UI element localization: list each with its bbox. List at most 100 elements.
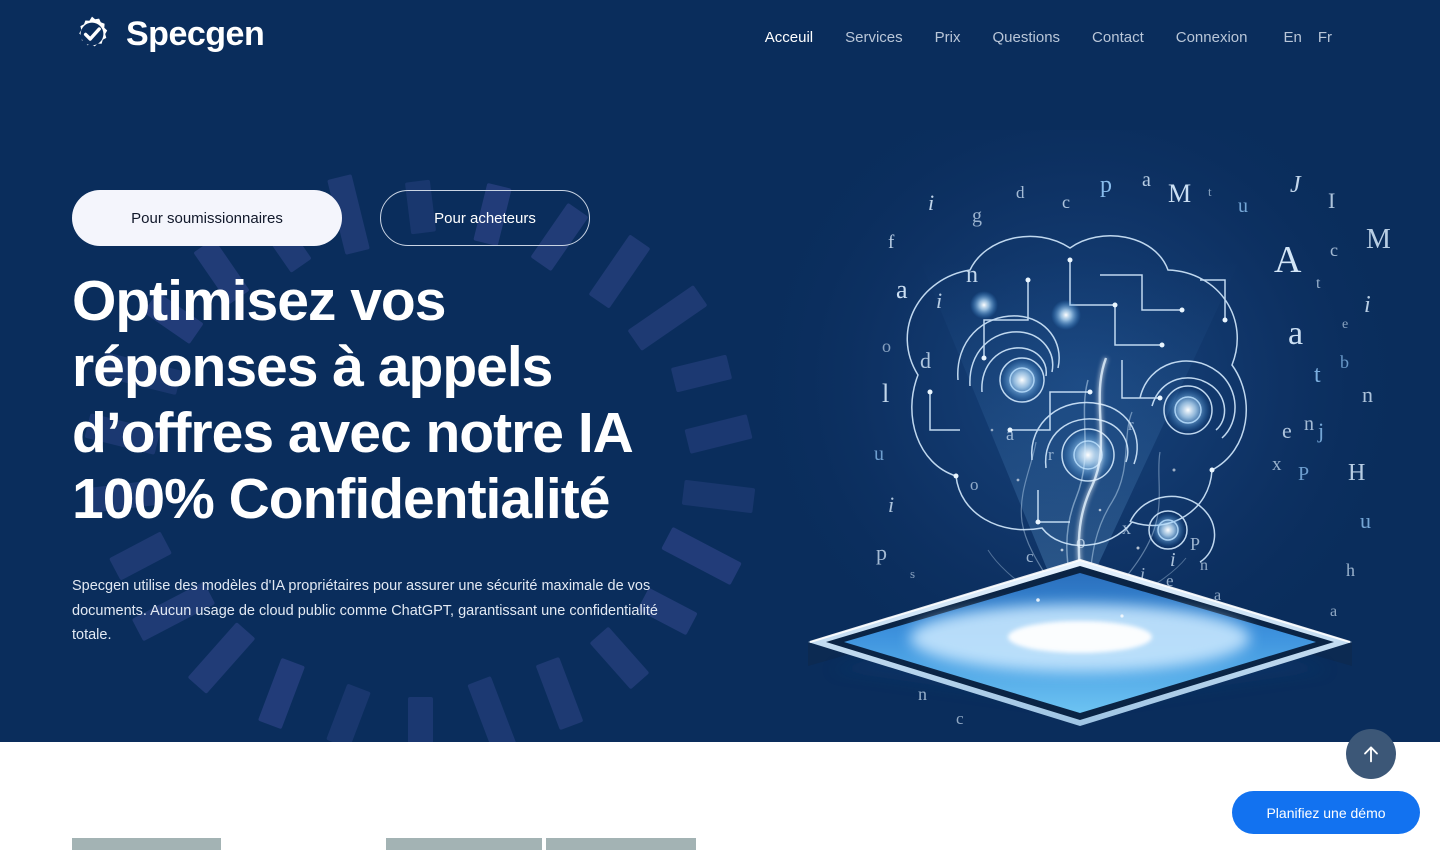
decorative-rect [326, 683, 372, 742]
svg-text:l: l [972, 594, 980, 627]
svg-text:P: P [1298, 463, 1309, 485]
decorative-rect [467, 675, 518, 742]
hero-subtext: Specgen utilise des modèles d'IA proprié… [72, 578, 658, 643]
svg-text:i: i [1170, 549, 1176, 571]
decorative-rect [408, 696, 433, 742]
svg-text:q: q [1100, 576, 1109, 596]
svg-text:a: a [1038, 602, 1048, 627]
svg-text:i: i [1140, 564, 1145, 584]
svg-text:o: o [970, 475, 979, 494]
svg-text:b: b [1340, 352, 1349, 372]
brand-logo[interactable]: Specgen [72, 14, 265, 54]
nav-item-acceuil[interactable]: Acceuil [749, 26, 829, 50]
svg-text:i: i [1364, 292, 1371, 318]
svg-text:e: e [1282, 418, 1292, 443]
svg-text:o: o [932, 602, 941, 622]
main-navigation: Acceuil Services Prix Questions Contact … [749, 26, 1340, 50]
svg-text:d: d [1016, 183, 1025, 202]
svg-text:r: r [1176, 675, 1182, 692]
svg-text:n: n [1362, 382, 1373, 407]
svg-text:A: A [1274, 239, 1302, 281]
svg-text:c: c [1026, 547, 1034, 566]
svg-text:i: i [936, 288, 942, 313]
page-root: f i g d c p a M t u J I a i n o d l u i … [0, 0, 1440, 850]
content-placeholder-block [546, 838, 696, 850]
svg-text:u: u [874, 443, 884, 465]
svg-text:g: g [972, 205, 982, 227]
site-header: Specgen Acceuil Services Prix Questions … [0, 0, 1440, 76]
svg-text:J: J [1290, 172, 1302, 198]
ai-brain-tablet-illustration: f i g d c p a M t u J I a i n o d l u i … [770, 130, 1390, 730]
nav-item-questions[interactable]: Questions [977, 26, 1077, 50]
nav-item-contact[interactable]: Contact [1076, 26, 1160, 50]
lang-option-fr[interactable]: Fr [1310, 26, 1340, 50]
svg-text:x: x [1272, 454, 1282, 475]
content-placeholder-block [72, 838, 221, 850]
svg-text:f: f [888, 232, 895, 253]
svg-text:h: h [900, 636, 909, 656]
svg-text:b: b [1188, 607, 1201, 636]
decorative-rect [257, 657, 305, 730]
svg-text:p: p [876, 540, 887, 565]
svg-text:a: a [1214, 587, 1221, 604]
svg-text:j: j [1317, 418, 1324, 443]
hero-section: f i g d c p a M t u J I a i n o d l u i … [0, 0, 1440, 742]
svg-text:n: n [966, 262, 978, 288]
svg-text:a: a [1142, 169, 1151, 191]
svg-text:x: x [1122, 518, 1131, 538]
hero-content: Pour soumissionnaires Pour acheteurs Opt… [72, 190, 732, 647]
svg-text:a: a [1330, 603, 1337, 620]
brand-name: Specgen [126, 15, 265, 53]
audience-tab-soumissionnaires[interactable]: Pour soumissionnaires [72, 190, 342, 246]
svg-text:u: u [1238, 195, 1248, 217]
svg-text:r: r [1128, 415, 1134, 434]
svg-text:a: a [1288, 315, 1303, 352]
svg-text:a: a [896, 275, 908, 304]
audience-toggle-group: Pour soumissionnaires Pour acheteurs [72, 190, 732, 246]
svg-text:c: c [956, 709, 964, 728]
svg-text:o: o [882, 336, 891, 356]
svg-text:s: s [910, 566, 915, 581]
svg-text:e: e [1342, 317, 1348, 332]
scroll-to-top-button[interactable] [1346, 729, 1396, 779]
svg-text:t: t [1208, 184, 1212, 199]
svg-text:e: e [1166, 571, 1174, 590]
nav-item-services[interactable]: Services [829, 26, 919, 50]
svg-text:h: h [1346, 560, 1355, 580]
decorative-rect [536, 656, 584, 731]
svg-text:i: i [928, 190, 934, 215]
svg-text:t: t [1316, 275, 1321, 292]
svg-text:l: l [944, 635, 951, 664]
nav-item-prix[interactable]: Prix [919, 26, 977, 50]
svg-text:a: a [1002, 649, 1011, 671]
svg-text:t: t [1314, 362, 1321, 388]
nav-item-connexion[interactable]: Connexion [1160, 26, 1264, 50]
svg-text:o: o [1152, 605, 1161, 624]
svg-text:M: M [1366, 224, 1390, 255]
svg-text:p: p [1100, 172, 1112, 198]
svg-text:a: a [1006, 424, 1014, 444]
hero-headline: Optimisez vos réponses à appels d’offres… [72, 269, 632, 532]
svg-text:P: P [1190, 534, 1200, 554]
svg-text:l: l [882, 379, 889, 408]
svg-text:H: H [1348, 460, 1365, 486]
gear-check-icon [79, 16, 108, 47]
svg-text:c: c [1330, 240, 1338, 260]
schedule-demo-button[interactable]: Planifiez une démo [1232, 791, 1420, 834]
svg-text:M: M [1168, 179, 1191, 208]
svg-text:n: n [918, 684, 927, 704]
svg-text:o: o [1076, 532, 1086, 553]
svg-text:s: s [1156, 653, 1162, 670]
language-switcher: En Fr [1275, 26, 1340, 50]
svg-text:i: i [888, 492, 894, 517]
svg-text:v: v [1058, 704, 1067, 724]
svg-text:n: n [1304, 413, 1314, 435]
content-placeholder-block [386, 838, 542, 850]
audience-tab-acheteurs[interactable]: Pour acheteurs [380, 190, 590, 246]
svg-text:r: r [1048, 445, 1054, 464]
arrow-up-icon [1364, 746, 1378, 763]
lang-option-en[interactable]: En [1275, 26, 1309, 50]
svg-text:I: I [1328, 188, 1335, 213]
svg-text:u: u [1360, 508, 1371, 533]
svg-text:n: n [1200, 557, 1208, 574]
